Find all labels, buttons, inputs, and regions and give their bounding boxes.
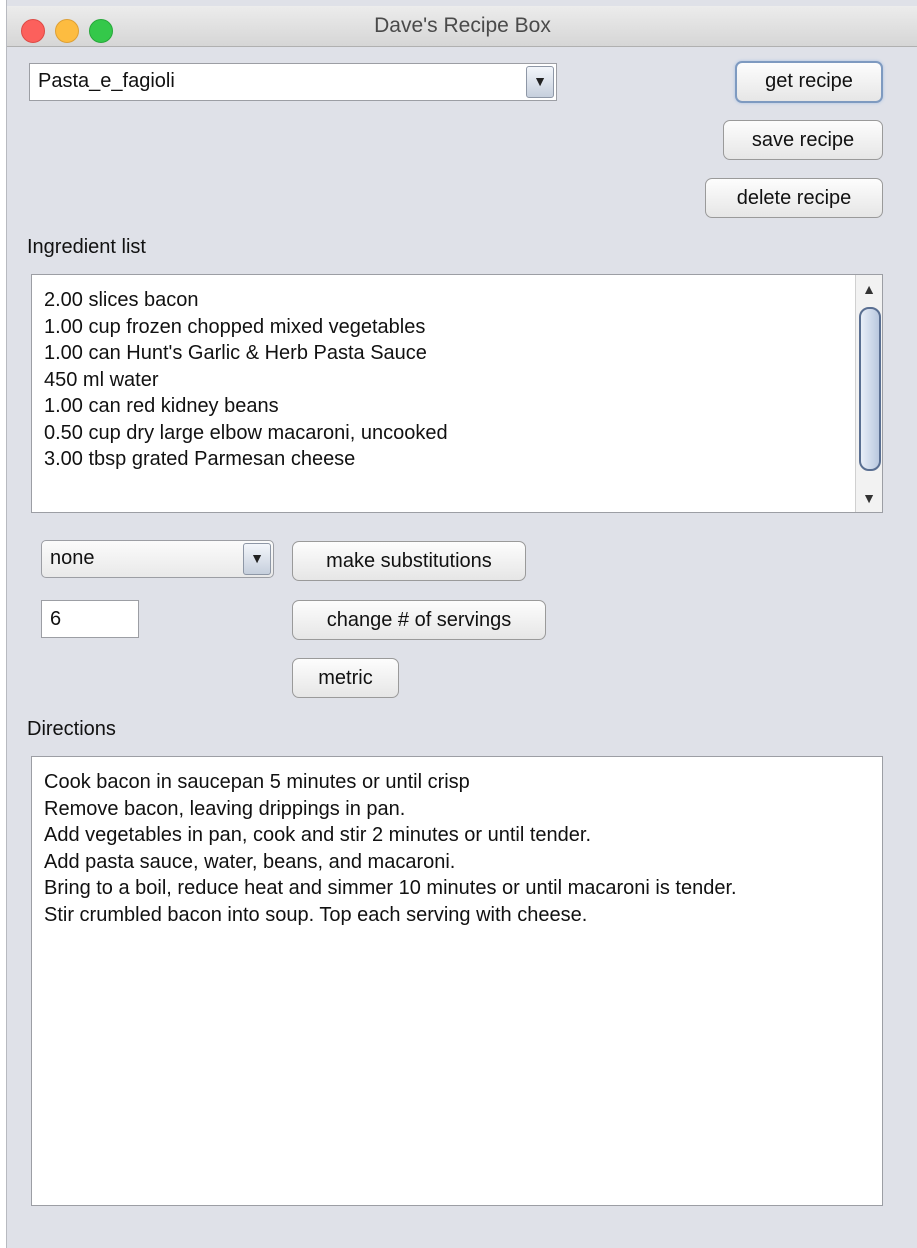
ingredient-lines: 2.00 slices bacon 1.00 cup frozen chopped… xyxy=(44,287,448,473)
substitution-select-value: none xyxy=(50,547,95,569)
metric-button[interactable]: metric xyxy=(292,658,399,698)
ingredient-list-textarea[interactable]: 2.00 slices bacon 1.00 cup frozen chopped… xyxy=(31,274,883,513)
recipe-select-value: Pasta_e_fagioli xyxy=(38,70,175,92)
ingredient-line: 0.50 cup dry large elbow macaroni, uncoo… xyxy=(44,421,448,444)
directions-label: Directions xyxy=(27,718,116,740)
direction-line: Stir crumbled bacon into soup. Top each … xyxy=(44,903,588,926)
servings-field[interactable] xyxy=(41,600,139,638)
save-recipe-button[interactable]: save recipe xyxy=(723,120,883,160)
direction-line: Add pasta sauce, water, beans, and macar… xyxy=(44,850,456,873)
get-recipe-button[interactable]: get recipe xyxy=(735,61,883,103)
ingredient-line: 2.00 slices bacon xyxy=(44,289,199,311)
ingredient-line: 1.00 cup frozen chopped mixed vegetables xyxy=(44,315,426,338)
window-title: Dave's Recipe Box xyxy=(374,14,551,37)
title-bar: Dave's Recipe Box xyxy=(7,6,917,47)
directions-textarea[interactable]: Cook bacon in saucepan 5 minutes or unti… xyxy=(31,756,883,1206)
direction-lines: Cook bacon in saucepan 5 minutes or unti… xyxy=(44,769,737,928)
direction-line: Bring to a boil, reduce heat and simmer … xyxy=(44,877,737,899)
chevron-down-icon[interactable]: ▼ xyxy=(526,66,554,98)
ingredient-list-label: Ingredient list xyxy=(27,236,146,258)
make-substitutions-button[interactable]: make substitutions xyxy=(292,541,526,581)
ingredient-scrollbar[interactable]: ▲ ▼ xyxy=(855,275,882,512)
change-servings-button[interactable]: change # of servings xyxy=(292,600,546,640)
ingredient-line: 450 ml water xyxy=(44,368,159,391)
chevron-down-icon[interactable]: ▼ xyxy=(243,543,271,575)
direction-line: Cook bacon in saucepan 5 minutes or unti… xyxy=(44,771,470,793)
app-window: Dave's Recipe Box Pasta_e_fagioli ▼ get … xyxy=(6,0,917,1248)
direction-line: Remove bacon, leaving drippings in pan. xyxy=(44,797,406,820)
ingredient-line: 3.00 tbsp grated Parmesan cheese xyxy=(44,448,356,470)
delete-recipe-button[interactable]: delete recipe xyxy=(705,178,883,218)
direction-line: Add vegetables in pan, cook and stir 2 m… xyxy=(44,824,592,846)
scroll-up-icon[interactable]: ▲ xyxy=(856,277,882,301)
scrollbar-thumb[interactable] xyxy=(859,307,881,471)
scroll-down-icon[interactable]: ▼ xyxy=(856,486,882,510)
ingredient-line: 1.00 can red kidney beans xyxy=(44,395,279,417)
ingredient-line: 1.00 can Hunt's Garlic & Herb Pasta Sauc… xyxy=(44,342,427,364)
recipe-select[interactable]: Pasta_e_fagioli ▼ xyxy=(29,63,557,101)
substitution-select[interactable]: none ▼ xyxy=(41,540,274,578)
